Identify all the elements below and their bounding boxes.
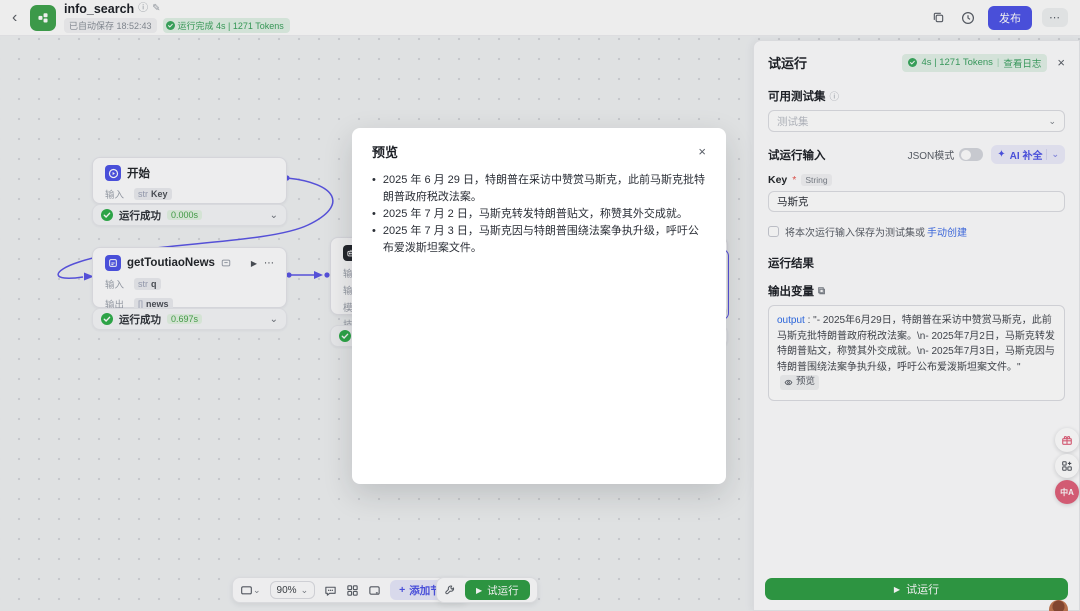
workflow-editor-screen: ‹ info_search ⓘ ✎ 已自动保存 18:52:43 运行完成 4s… <box>0 0 1080 611</box>
preview-bullet-list: •2025 年 6 月 29 日，特朗普在采访中赞赏马斯克，此前马斯克批特朗普政… <box>372 172 706 257</box>
preview-bullet: •2025 年 6 月 29 日，特朗普在采访中赞赏马斯克，此前马斯克批特朗普政… <box>372 172 706 206</box>
preview-bullet: •2025 年 7 月 2 日，马斯克转发特朗普贴文，称赞其外交成就。 <box>372 206 706 223</box>
modal-title: 预览 <box>372 142 398 161</box>
close-modal-icon[interactable]: × <box>698 145 706 158</box>
preview-bullet: •2025 年 7 月 3 日，马斯克因与特朗普围绕法案争执升级，呼吁公布爱泼斯… <box>372 223 706 257</box>
preview-modal: 预览 × •2025 年 6 月 29 日，特朗普在采访中赞赏马斯克，此前马斯克… <box>352 128 726 484</box>
